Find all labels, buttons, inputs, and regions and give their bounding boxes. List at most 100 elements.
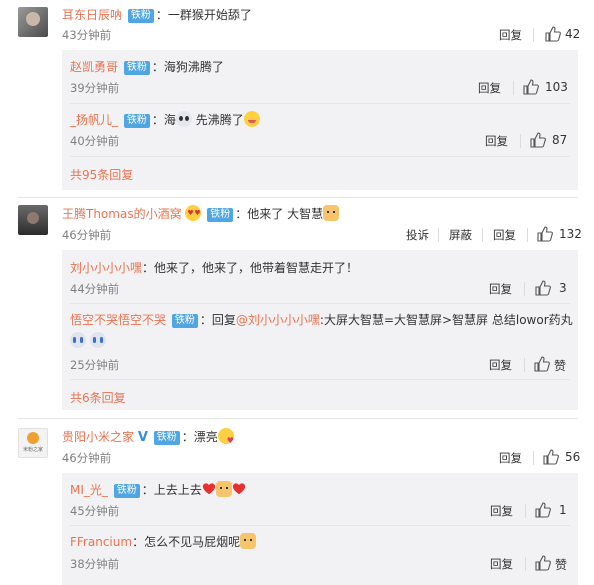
username[interactable]: FFrancium — [70, 535, 132, 549]
reply-button[interactable]: 回复 — [490, 503, 513, 519]
divider — [70, 379, 570, 380]
timestamp: 46分钟前 — [62, 228, 112, 242]
heart-eyes-emoji-icon: ♥ ♥ — [185, 205, 202, 221]
like-count: 42 — [565, 27, 581, 41]
like-label[interactable]: 赞 — [555, 556, 567, 573]
comment-text: 一群猴开始舔了 — [167, 8, 252, 22]
reply-button[interactable]: 回复 — [493, 227, 516, 243]
divider — [513, 81, 514, 95]
divider — [525, 504, 526, 518]
username[interactable]: 耳东日辰呐 — [62, 8, 122, 22]
like-icon[interactable] — [530, 132, 546, 148]
timestamp: 25分钟前 — [70, 358, 120, 372]
yummy-emoji-icon — [243, 111, 260, 127]
username[interactable]: MI_光_ — [70, 483, 108, 497]
avatar[interactable]: 米粉之家 — [18, 428, 48, 458]
timestamp: 44分钟前 — [70, 282, 120, 296]
timestamp: 45分钟前 — [70, 504, 120, 518]
like-count: 1 — [559, 503, 567, 517]
divider — [18, 197, 578, 198]
username[interactable]: 贵阳小米之家 — [62, 430, 134, 444]
username[interactable]: 刘小小小小嘿 — [70, 261, 142, 275]
reply-text: 上去上去 — [153, 483, 202, 497]
reply-button[interactable]: 回复 — [499, 27, 522, 43]
username[interactable]: _扬帆儿_ — [70, 113, 118, 127]
divider — [438, 228, 439, 242]
reply-line: 刘小小小小嘿：他来了，他来了，他带着智慧走开了！ — [70, 261, 359, 275]
divider — [520, 134, 521, 148]
timestamp: 39分钟前 — [70, 81, 120, 95]
reply-line: _扬帆儿_ 铁粉 ：海 先沸腾了 — [70, 111, 260, 128]
doge-emoji-icon — [215, 481, 232, 497]
timestamp: 38分钟前 — [70, 557, 120, 571]
like-icon[interactable] — [535, 555, 551, 571]
avatar[interactable] — [18, 205, 48, 235]
more-replies-link[interactable]: 共95条回复 — [70, 166, 133, 183]
divider — [533, 451, 534, 465]
emoji-row — [70, 332, 106, 348]
reply-button[interactable]: 回复 — [499, 450, 522, 466]
block-button[interactable]: 屏蔽 — [449, 227, 472, 243]
divider — [18, 418, 578, 419]
reply-text: 他来了，他来了，他带着智慧走开了！ — [154, 261, 359, 275]
like-count: 56 — [565, 450, 581, 464]
report-button[interactable]: 投诉 — [406, 227, 429, 243]
reply-text: 怎么不见马屁烟呢 — [144, 535, 241, 549]
reply-prefix: 回复 — [211, 313, 236, 327]
reply-button[interactable]: 回复 — [489, 281, 512, 297]
reply-text: 海狗沸腾了 — [163, 60, 224, 74]
mention-link[interactable]: @刘小小小小嘿 — [236, 313, 320, 327]
like-icon[interactable] — [535, 280, 551, 296]
divider — [70, 525, 570, 526]
comment-text: 他来了 大智慧 — [247, 207, 324, 221]
heart-icon — [202, 483, 215, 495]
crying-emoji-icon — [89, 332, 106, 348]
reply-button[interactable]: 回复 — [490, 556, 513, 572]
like-icon[interactable] — [545, 26, 561, 42]
comment-line: 贵阳小米之家 V 铁粉 ：漂亮 ♥ — [62, 428, 234, 445]
fan-badge[interactable]: 铁粉 — [171, 314, 198, 328]
crying-emoji-icon — [70, 332, 86, 348]
username[interactable]: 赵凯勇哥 — [70, 60, 118, 74]
timestamp: 43分钟前 — [62, 28, 112, 42]
more-replies-link[interactable]: 共6条回复 — [70, 389, 126, 406]
comment-line: 王腾Thomas的小酒窝 ♥ ♥ 铁粉 ：他来了 大智慧 — [62, 205, 340, 222]
divider — [70, 303, 570, 304]
like-label[interactable]: 赞 — [554, 357, 566, 374]
like-icon[interactable] — [543, 449, 559, 465]
divider — [524, 282, 525, 296]
fan-badge[interactable]: 铁粉 — [207, 208, 234, 222]
reply-line: MI_光_ 铁粉 ：上去上去 — [70, 481, 246, 498]
like-icon[interactable] — [523, 79, 539, 95]
heart-icon — [232, 483, 245, 495]
divider — [70, 103, 570, 104]
like-icon[interactable] — [535, 502, 551, 518]
fan-badge[interactable]: 铁粉 — [127, 9, 154, 23]
fan-badge[interactable]: 铁粉 — [113, 484, 140, 498]
reply-button[interactable]: 回复 — [485, 133, 508, 149]
divider — [524, 358, 525, 372]
panda-emoji-icon — [175, 111, 192, 127]
reply-button[interactable]: 回复 — [478, 80, 501, 96]
fan-badge[interactable]: 铁粉 — [123, 61, 150, 75]
avatar[interactable] — [18, 7, 48, 37]
like-count: 87 — [552, 133, 568, 147]
like-count: 3 — [559, 281, 567, 295]
like-count: 132 — [559, 227, 582, 241]
fan-badge[interactable]: 铁粉 — [153, 431, 180, 445]
like-icon[interactable] — [534, 356, 550, 372]
divider — [482, 228, 483, 242]
reply-button[interactable]: 回复 — [489, 357, 512, 373]
reply-line: 赵凯勇哥 铁粉 ：海狗沸腾了 — [70, 60, 224, 75]
username[interactable]: 悟空不哭悟空不哭 — [70, 313, 166, 327]
reply-text: 先沸腾了 — [195, 113, 244, 127]
reply-line: 悟空不哭悟空不哭 铁粉 ：回复@刘小小小小嘿:大屏大智慧=大智慧屏>智慧屏 总结l… — [70, 313, 573, 328]
username[interactable]: 王腾Thomas的小酒窝 — [62, 207, 182, 221]
reply-text: 大屏大智慧=大智慧屏>智慧屏 总结lowor药丸 — [323, 313, 573, 327]
timestamp: 40分钟前 — [70, 134, 120, 148]
like-icon[interactable] — [537, 226, 553, 242]
doge-emoji-icon — [240, 533, 257, 549]
avatar-logo-text: 米粉之家 — [22, 447, 43, 453]
fan-badge[interactable]: 铁粉 — [123, 114, 150, 128]
reply-line: FFrancium：怎么不见马屁烟呢 — [70, 533, 257, 550]
